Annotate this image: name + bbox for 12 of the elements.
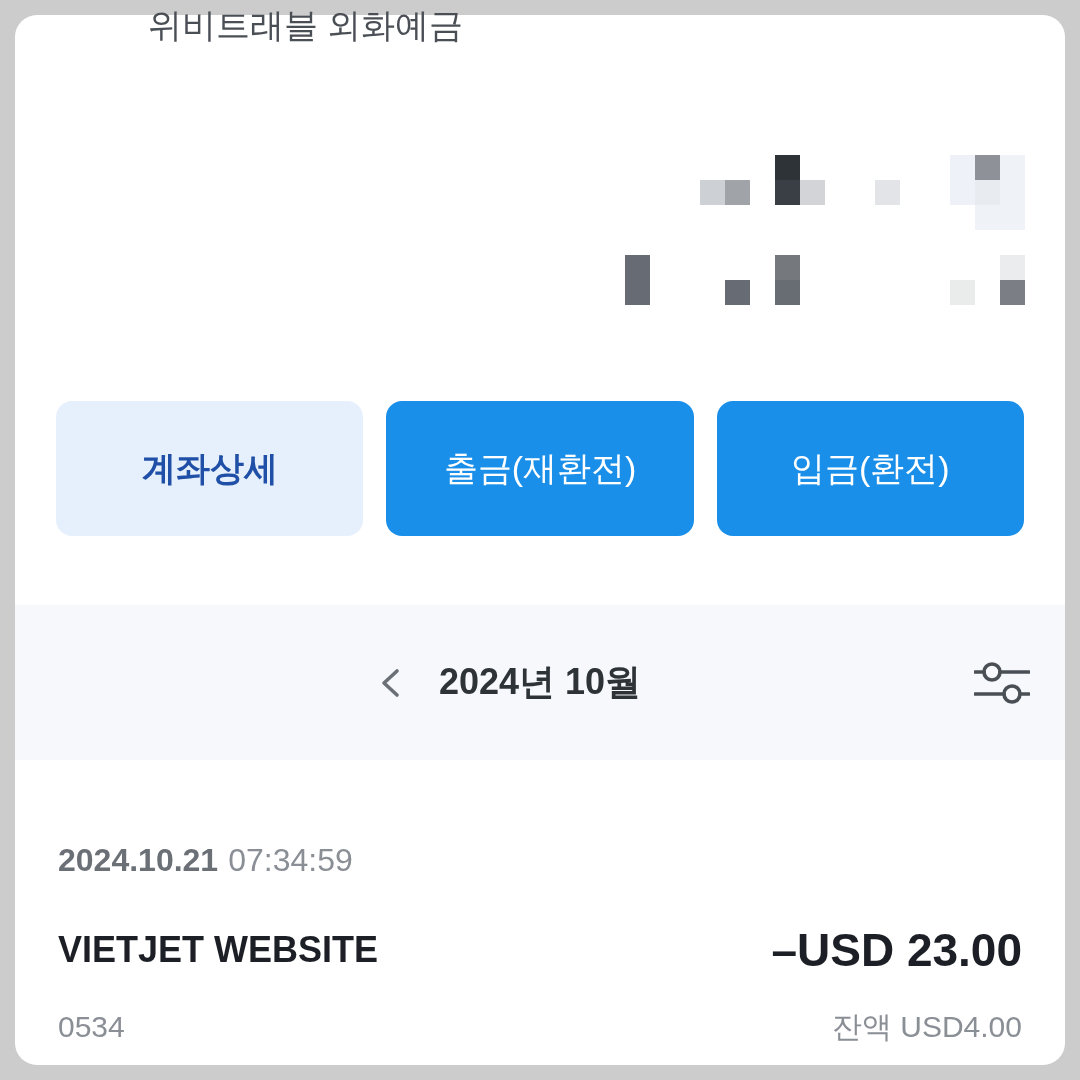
account-details-button[interactable]: 계좌상세 bbox=[56, 401, 364, 536]
transaction-time: 07:34:59 bbox=[228, 841, 353, 880]
filter-icon[interactable] bbox=[974, 659, 1030, 706]
transaction-date: 2024.10.21 bbox=[58, 841, 219, 880]
merchant-name: VIETJET WEBSITE bbox=[58, 929, 379, 971]
transaction-amount: –USD 23.00 bbox=[771, 923, 1022, 977]
account-title: 위비트래블 외화예금 bbox=[148, 5, 464, 46]
balance-text: 잔액 USD4.00 bbox=[831, 1009, 1022, 1045]
card-number: 0534 bbox=[58, 1009, 125, 1045]
withdraw-button[interactable]: 출금(재환전) bbox=[386, 401, 694, 536]
month-label: 2024년 10월 bbox=[438, 660, 642, 704]
deposit-button[interactable]: 입금(환전) bbox=[716, 401, 1024, 536]
